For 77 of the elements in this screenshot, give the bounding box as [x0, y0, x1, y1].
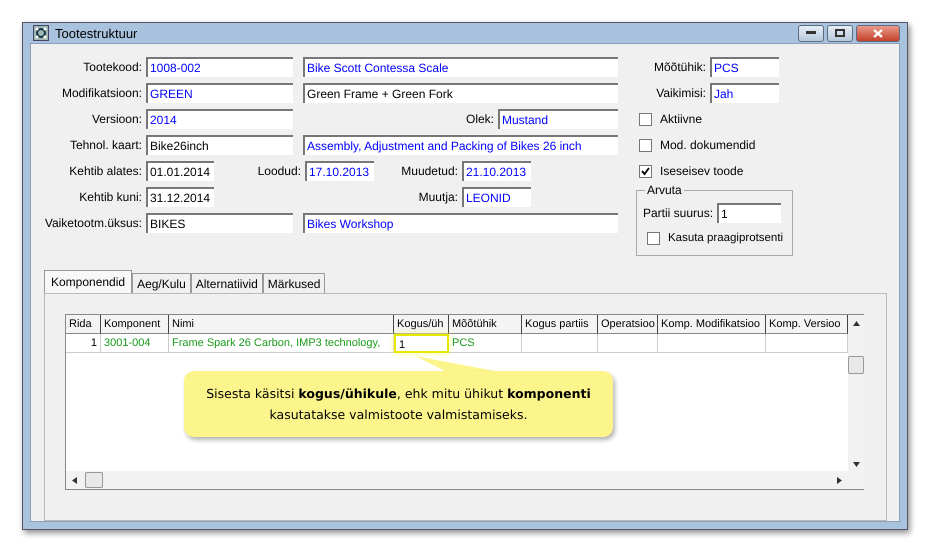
- column-header[interactable]: Komp. Versioo: [766, 315, 848, 334]
- text-field[interactable]: GREEN: [146, 83, 293, 103]
- text-field[interactable]: 31.12.2014: [146, 187, 214, 207]
- horizontal-scrollbar[interactable]: [66, 471, 848, 489]
- text-field[interactable]: 2014: [146, 109, 293, 129]
- text-field[interactable]: Green Frame + Green Fork: [303, 83, 618, 103]
- column-header[interactable]: Komp. Modifikatsioo: [658, 315, 766, 334]
- checkbox-label: Aktiivne: [660, 112, 702, 126]
- field-label: Vaiketootm.üksus:: [44, 216, 142, 230]
- column-header[interactable]: Rida: [66, 315, 101, 334]
- field-label: Muutja:: [418, 190, 458, 204]
- maximize-icon: [835, 29, 845, 37]
- text-field[interactable]: Bikes Workshop: [303, 213, 618, 233]
- text-field[interactable]: Jah: [710, 83, 779, 103]
- column-header[interactable]: Kogus partiis: [522, 315, 598, 334]
- table-cell: Frame Spark 26 Carbon, IMP3 technology,: [169, 334, 394, 353]
- text-field[interactable]: LEONID: [462, 187, 531, 207]
- scroll-up-icon: [852, 321, 860, 326]
- tab[interactable]: Aeg/Kulu: [132, 273, 191, 293]
- field-label: Olek:: [464, 112, 494, 126]
- field-label: Loodud:: [256, 164, 301, 178]
- checkbox-label: Mod. dokumendid: [660, 138, 756, 152]
- text-field[interactable]: BIKES: [146, 213, 293, 233]
- table-cell: PCS: [449, 334, 522, 353]
- table-cell: 1: [394, 334, 449, 353]
- column-header[interactable]: Komponent: [101, 315, 169, 334]
- vertical-scrollbar[interactable]: [848, 315, 864, 489]
- checkbox-label: Iseseisev toode: [660, 164, 744, 178]
- text-field[interactable]: Bike26inch: [146, 135, 293, 155]
- text-field[interactable]: 17.10.2013: [305, 161, 374, 181]
- field-label: Partii suurus:: [643, 206, 714, 220]
- table-cell: 3001-004: [101, 334, 169, 353]
- field-label: Versioon:: [90, 112, 142, 126]
- scroll-thumb[interactable]: [85, 472, 103, 488]
- text-field[interactable]: 1: [717, 203, 782, 223]
- scroll-left-icon: [72, 476, 77, 484]
- checkbox[interactable]: [639, 164, 652, 178]
- text-field[interactable]: 01.01.2014: [146, 161, 214, 181]
- field-label: Mõõtühik:: [652, 60, 706, 74]
- column-header[interactable]: Kogus/üh: [394, 315, 449, 334]
- gear-cluster-icon: [33, 25, 49, 41]
- scroll-right-icon: [837, 476, 842, 484]
- field-label: Kehtib alates:: [68, 164, 142, 178]
- scroll-down-icon: [852, 462, 860, 467]
- field-label: Muudetud:: [400, 164, 458, 178]
- field-label: Tehnol. kaart:: [68, 138, 142, 152]
- checkbox-label: Kasuta praagiprotsenti: [668, 232, 784, 244]
- column-header[interactable]: Mõõtühik: [449, 315, 522, 334]
- close-button[interactable]: [856, 24, 900, 42]
- text-field[interactable]: PCS: [710, 57, 779, 77]
- table-cell: [598, 334, 658, 353]
- text-field[interactable]: 21.10.2013: [462, 161, 531, 181]
- close-icon: [873, 28, 883, 38]
- checkbox[interactable]: [639, 112, 652, 126]
- field-label: Modifikatsioon:: [60, 86, 142, 100]
- tab[interactable]: Märkused: [262, 273, 326, 293]
- text-field[interactable]: 1008-002: [146, 57, 293, 77]
- group-title: Arvuta: [645, 183, 684, 197]
- checkbox[interactable]: [647, 232, 660, 244]
- column-header[interactable]: Operatsioo: [598, 315, 658, 334]
- maximize-button[interactable]: [827, 24, 853, 42]
- tab[interactable]: Alternatiivid: [190, 273, 263, 293]
- tab[interactable]: Komponendid: [44, 270, 132, 293]
- window-title: Tootestruktuur: [55, 26, 138, 40]
- field-label: Kehtib kuni:: [78, 190, 142, 204]
- callout-text: Sisesta käsitsi kogus/ühikule, ehk mitu ühikut komponenti kasutatakse valmistoote valmistamiseks.: [205, 385, 592, 424]
- text-field[interactable]: Mustand: [498, 109, 618, 129]
- checkbox[interactable]: [639, 138, 652, 152]
- table-cell: 1: [66, 334, 101, 353]
- column-header[interactable]: Nimi: [169, 315, 394, 334]
- field-label: Tootekood:: [82, 60, 142, 74]
- scroll-thumb[interactable]: [848, 356, 864, 374]
- minimize-button[interactable]: [798, 24, 824, 42]
- text-field[interactable]: Bike Scott Contessa Scale: [303, 57, 618, 77]
- minimize-icon: [806, 31, 816, 35]
- text-field[interactable]: Assembly, Adjustment and Packing of Bikes 26 inch: [303, 135, 618, 155]
- field-label: Vaikimisi:: [655, 86, 706, 100]
